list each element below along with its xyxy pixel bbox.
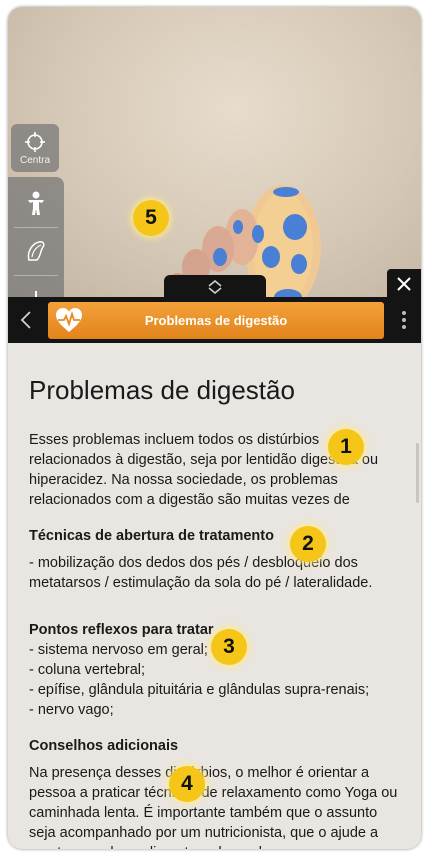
callout-badge-5: 5 xyxy=(133,200,169,236)
article-heading: Problemas de digestão xyxy=(29,375,295,405)
muscle-layer-button[interactable] xyxy=(22,237,50,265)
section-text-advice: Na presença desses distúrbios, o melhor … xyxy=(29,765,398,849)
close-icon xyxy=(397,277,411,291)
topic-title: Problemas de digestão xyxy=(144,313,288,328)
3d-viewport[interactable]: Centra 5 xyxy=(8,7,421,299)
scrollbar[interactable] xyxy=(416,443,419,503)
more-options-button[interactable] xyxy=(392,297,416,343)
callout-badge-3: 3 xyxy=(211,629,247,665)
center-view-label: Centra xyxy=(19,154,50,166)
heart-pulse-icon xyxy=(56,308,82,332)
callout-badge-1: 1 xyxy=(328,429,364,465)
body-layer-button[interactable] xyxy=(22,189,50,217)
panel-drag-handle[interactable] xyxy=(164,275,266,299)
info-panel-header: Problemas de digestão xyxy=(8,297,421,343)
center-view-button[interactable]: Centra xyxy=(11,124,59,172)
section-text-techniques: - mobilização dos dedos dos pés / desblo… xyxy=(29,555,373,591)
article-content[interactable]: Problemas de digestão Esses problemas in… xyxy=(8,343,421,849)
section-title-techniques: Técnicas de abertura de tratamento xyxy=(29,528,274,544)
body-icon xyxy=(28,191,44,215)
layer-toolbar xyxy=(8,177,64,299)
app-frame: Centra 5 Problemas de digestão Problemas… xyxy=(8,7,421,849)
muscle-icon xyxy=(27,241,45,261)
crosshair-icon xyxy=(25,131,45,152)
back-button[interactable] xyxy=(8,297,44,343)
callout-badge-4: 4 xyxy=(169,766,205,802)
reflex-point-item: - nervo vago; xyxy=(29,702,114,718)
expand-collapse-icon xyxy=(208,280,222,294)
topic-title-bar: Problemas de digestão xyxy=(48,302,384,339)
chevron-left-icon xyxy=(20,311,31,329)
reflex-point-item: - epífise, glândula pituitária e glândul… xyxy=(29,682,370,698)
kebab-menu-icon xyxy=(402,311,406,315)
section-title-advice: Conselhos adicionais xyxy=(29,738,179,754)
close-button[interactable] xyxy=(387,269,421,299)
callout-badge-2: 2 xyxy=(290,526,326,562)
reflex-point-item: - coluna vertebral; xyxy=(29,662,146,678)
